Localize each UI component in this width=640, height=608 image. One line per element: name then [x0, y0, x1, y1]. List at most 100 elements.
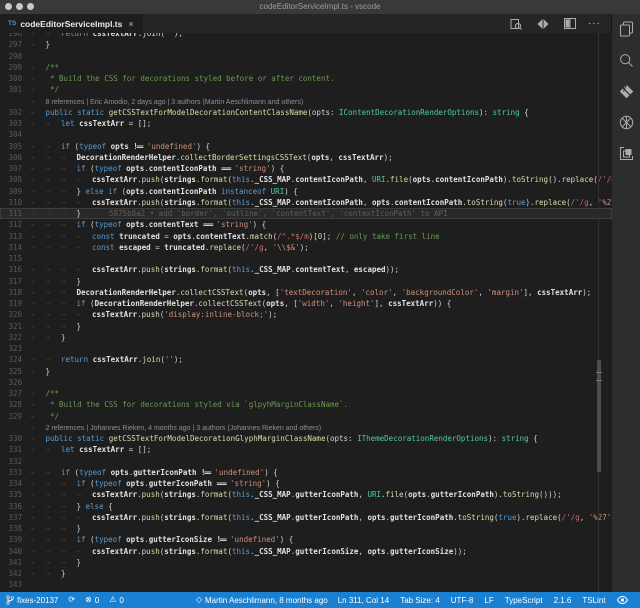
- code-line[interactable]: 319→→→if (DecorationRenderHelper.collect…: [0, 298, 612, 309]
- git-branch-item[interactable]: fixes-20137: [6, 595, 58, 605]
- tslint-item[interactable]: TSLint: [582, 596, 605, 605]
- code-editor[interactable]: 296→→return cssTextArr.join('');297→}298…: [0, 33, 612, 592]
- code-line[interactable]: 332: [0, 456, 612, 467]
- code-line[interactable]: 307→→→if (typeof opts.contentIconPath ==…: [0, 163, 612, 174]
- line-number[interactable]: 323: [0, 343, 22, 354]
- line-number[interactable]: 321: [0, 321, 22, 332]
- code-line[interactable]: 326: [0, 377, 612, 388]
- line-number[interactable]: 319: [0, 298, 22, 309]
- line-number[interactable]: 331: [0, 444, 22, 455]
- line-number[interactable]: 304: [0, 129, 22, 140]
- eye-item[interactable]: [617, 596, 628, 604]
- code-line[interactable]: 306→→→DecorationRenderHelper.collectBord…: [0, 152, 612, 163]
- code-line[interactable]: 329→ */: [0, 411, 612, 422]
- close-tab-icon[interactable]: ×: [128, 19, 133, 29]
- code-line[interactable]: 298: [0, 51, 612, 62]
- code-line[interactable]: 343: [0, 579, 612, 590]
- more-actions-icon[interactable]: ···: [588, 21, 601, 27]
- line-number[interactable]: 329: [0, 411, 22, 422]
- code-line[interactable]: 325→}: [0, 366, 612, 377]
- code-line[interactable]: 339→→→if (typeof opts.gutterIconSize !==…: [0, 534, 612, 545]
- line-number[interactable]: 307: [0, 163, 22, 174]
- line-number[interactable]: 303: [0, 118, 22, 129]
- cursor-position-item[interactable]: Ln 311, Col 14: [338, 596, 389, 605]
- line-number[interactable]: 311: [0, 208, 22, 219]
- tab-size-item[interactable]: Tab Size: 4: [400, 596, 440, 605]
- line-number[interactable]: 334: [0, 478, 22, 489]
- line-number[interactable]: 309: [0, 186, 22, 197]
- line-number[interactable]: 322: [0, 332, 22, 343]
- code-line[interactable]: 314→→→→const escaped = truncated.replace…: [0, 242, 612, 253]
- line-number[interactable]: 338: [0, 523, 22, 534]
- code-line[interactable]: 297→}: [0, 39, 612, 50]
- line-number[interactable]: 310: [0, 197, 22, 208]
- line-number[interactable]: 336: [0, 501, 22, 512]
- line-number[interactable]: 299: [0, 62, 22, 73]
- line-number[interactable]: 328: [0, 399, 22, 410]
- search-icon[interactable]: [617, 51, 635, 69]
- line-number[interactable]: 327: [0, 388, 22, 399]
- code-line[interactable]: 308→→→→cssTextArr.push(strings.format(th…: [0, 174, 612, 185]
- code-line[interactable]: 336→→→} else {: [0, 501, 612, 512]
- line-number[interactable]: 315: [0, 253, 22, 264]
- line-number[interactable]: 339: [0, 534, 22, 545]
- open-preview-icon[interactable]: [507, 15, 525, 33]
- code-line[interactable]: 304: [0, 129, 612, 140]
- line-number[interactable]: 320: [0, 309, 22, 320]
- line-number[interactable]: 300: [0, 73, 22, 84]
- code-line[interactable]: 330→public static getCSSTextForModelDeco…: [0, 433, 612, 444]
- line-number[interactable]: 335: [0, 489, 22, 500]
- gitlens-blame-item[interactable]: ◇ Martin Aeschlimann, 8 months ago: [196, 596, 328, 605]
- code-line[interactable]: 316→→→→cssTextArr.push(strings.format(th…: [0, 264, 612, 275]
- line-number[interactable]: 330: [0, 433, 22, 444]
- ts-version-item[interactable]: 2.1.6: [554, 596, 572, 605]
- code-line[interactable]: 334→→→if (typeof opts.gutterIconPath ===…: [0, 478, 612, 489]
- code-line[interactable]: 299→/**: [0, 62, 612, 73]
- code-line[interactable]: 318→→→DecorationRenderHelper.collectCSST…: [0, 287, 612, 298]
- code-line[interactable]: 311→→→}5875b8a2 • add 'border', 'outline…: [0, 208, 612, 219]
- code-line[interactable]: 340→→→→cssTextArr.push(strings.format(th…: [0, 546, 612, 557]
- line-number[interactable]: 297: [0, 39, 22, 50]
- code-line[interactable]: 305→→if (typeof opts !== 'undefined') {: [0, 141, 612, 152]
- code-line[interactable]: 324→→return cssTextArr.join('');: [0, 354, 612, 365]
- line-number[interactable]: 308: [0, 174, 22, 185]
- line-number[interactable]: 332: [0, 456, 22, 467]
- line-number[interactable]: 317: [0, 276, 22, 287]
- code-line[interactable]: 342→→}: [0, 568, 612, 579]
- line-number[interactable]: 306: [0, 152, 22, 163]
- code-line[interactable]: 315: [0, 253, 612, 264]
- code-line[interactable]: 322→→}: [0, 332, 612, 343]
- code-line[interactable]: 335→→→→cssTextArr.push(strings.format(th…: [0, 489, 612, 500]
- codelens[interactable]: →2 references | Johannes Rieken, 4 month…: [0, 422, 612, 433]
- code-line[interactable]: 341→→→}: [0, 557, 612, 568]
- line-number[interactable]: 343: [0, 579, 22, 590]
- code-line[interactable]: 327→/**: [0, 388, 612, 399]
- line-number[interactable]: 326: [0, 377, 22, 388]
- tab-codeeditorserviceimpl[interactable]: TS codeEditorServiceImpl.ts ×: [0, 14, 143, 33]
- warnings-item[interactable]: ⚠ 0: [109, 596, 124, 605]
- code-line[interactable]: 310→→→→cssTextArr.push(strings.format(th…: [0, 197, 612, 208]
- encoding-item[interactable]: UTF-8: [451, 596, 474, 605]
- split-editor-icon[interactable]: [561, 15, 579, 33]
- code-line[interactable]: 317→→→}: [0, 276, 612, 287]
- gitlens-compare-icon[interactable]: [534, 15, 552, 33]
- line-number[interactable]: 301: [0, 84, 22, 95]
- code-line[interactable]: 321→→→}: [0, 321, 612, 332]
- code-line[interactable]: 313→→→→const truncated = opts.contentTex…: [0, 231, 612, 242]
- code-line[interactable]: 303→→let cssTextArr = [];: [0, 118, 612, 129]
- files-icon[interactable]: [617, 20, 635, 38]
- code-line[interactable]: 338→→→}: [0, 523, 612, 534]
- errors-item[interactable]: ⊗ 0: [85, 596, 99, 605]
- line-number[interactable]: 302: [0, 107, 22, 118]
- extensions-icon[interactable]: [617, 144, 635, 162]
- code-line[interactable]: 333→→if (typeof opts.gutterIconPath !== …: [0, 467, 612, 478]
- debug-icon[interactable]: [617, 113, 635, 131]
- line-number[interactable]: 325: [0, 366, 22, 377]
- language-item[interactable]: TypeScript: [505, 596, 543, 605]
- codelens[interactable]: →8 references | Eric Amodio, 2 days ago …: [0, 96, 612, 107]
- code-line[interactable]: 320→→→→cssTextArr.push('display:inline-b…: [0, 309, 612, 320]
- gitlens-icon[interactable]: [617, 82, 635, 100]
- code-line[interactable]: 300→ * Build the CSS for decorations sty…: [0, 73, 612, 84]
- code-line[interactable]: 302→public static getCSSTextForModelDeco…: [0, 107, 612, 118]
- code-line[interactable]: 328→ * Build the CSS for decorations sty…: [0, 399, 612, 410]
